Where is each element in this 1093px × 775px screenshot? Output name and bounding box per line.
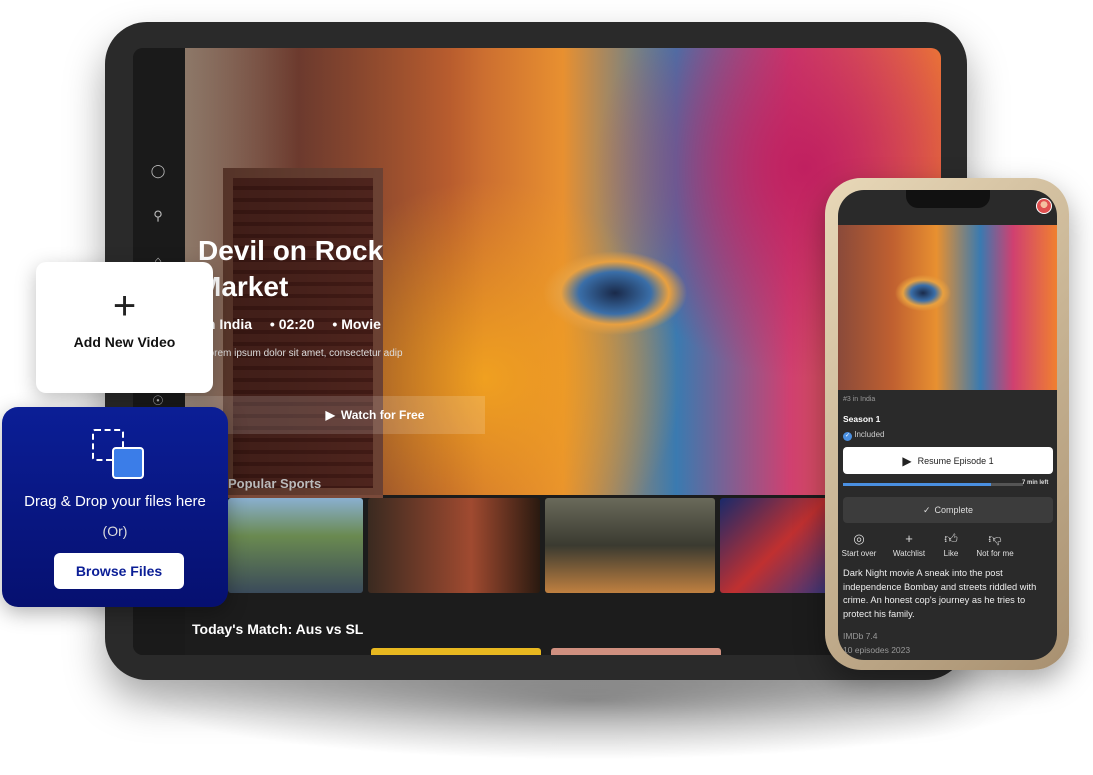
watch-button[interactable]: ▶ Watch for Free xyxy=(185,396,485,434)
add-new-video-label: Add New Video xyxy=(73,334,176,350)
bottom-section-title: Today's Match: Aus vs SL xyxy=(192,621,364,637)
or-label: (Or) xyxy=(102,523,128,539)
episodes-info: 10 episodes 2023 xyxy=(843,645,911,655)
file-icon xyxy=(112,447,144,479)
action-label: Not for me xyxy=(976,549,1014,558)
thumbnail[interactable] xyxy=(720,498,840,593)
resume-button[interactable]: ▶ Resume Episode 1 xyxy=(843,447,1053,474)
upload-dropzone[interactable]: Drag & Drop your files here (Or) Browse … xyxy=(2,407,228,607)
resume-label: Resume Episode 1 xyxy=(917,455,994,466)
included-label: Included xyxy=(854,430,885,439)
hero-meta: In India • 02:20 • Movie xyxy=(203,316,395,332)
plus-icon: + xyxy=(112,284,137,328)
search-icon[interactable]: ⚲ xyxy=(148,208,168,224)
hero-description: Lorem ipsum dolor sit amet, consectetur … xyxy=(203,348,403,359)
tablet-screen: ◯ ⚲ ⌂ ☉ Devil on Rock Market In India • … xyxy=(133,48,941,655)
complete-button[interactable]: ✓ Complete xyxy=(843,497,1053,523)
complete-label: Complete xyxy=(934,505,974,515)
play-icon: ▶ xyxy=(325,408,335,422)
progress-fill xyxy=(843,483,991,486)
season-label[interactable]: Season 1 xyxy=(843,414,880,424)
show-description: Dark Night movie A sneak into the post i… xyxy=(843,568,1037,619)
section-title: Popular Sports xyxy=(228,476,322,491)
included-badge: ✓ Included xyxy=(843,430,884,441)
phone-screen: #3 in India Season 1 ✓ Included ▶ Resume … xyxy=(838,190,1057,660)
thumbs-down-icon: 👎︎ xyxy=(988,531,1002,546)
add-new-video-card[interactable]: + Add New Video xyxy=(36,262,213,393)
check-circle-icon: ✓ xyxy=(922,504,931,515)
meta-duration: • 02:20 xyxy=(269,316,315,332)
start-over-button[interactable]: ◎ Start over xyxy=(838,531,886,558)
not-for-me-button[interactable]: 👎︎ Not for me xyxy=(968,531,1022,558)
match-card[interactable] xyxy=(551,648,721,655)
avatar[interactable] xyxy=(1036,198,1052,214)
meta-type: • Movie xyxy=(332,316,381,332)
action-label: Start over xyxy=(841,549,877,558)
play-icon: ▶ xyxy=(902,453,912,468)
dropzone-title: Drag & Drop your files here xyxy=(24,493,206,510)
rank-label: #3 in India xyxy=(843,396,876,403)
match-card[interactable] xyxy=(371,648,541,655)
thumbnail[interactable] xyxy=(368,498,540,593)
user-icon[interactable]: ◯ xyxy=(148,163,168,179)
hero-title: Devil on Rock Market xyxy=(198,235,384,302)
notch xyxy=(906,190,990,208)
time-left: 7 min left xyxy=(1022,480,1049,486)
replay-icon: ◎ xyxy=(853,531,865,546)
thumbnail[interactable] xyxy=(228,498,363,593)
show-image xyxy=(838,225,1057,390)
check-circle-icon: ✓ xyxy=(843,432,852,441)
progress-bar xyxy=(843,483,1023,486)
watch-label: Watch for Free xyxy=(340,408,425,422)
browse-files-button[interactable]: Browse Files xyxy=(54,553,184,589)
thumbnail[interactable] xyxy=(545,498,715,593)
imdb-rating: IMDb 7.4 xyxy=(843,631,878,641)
